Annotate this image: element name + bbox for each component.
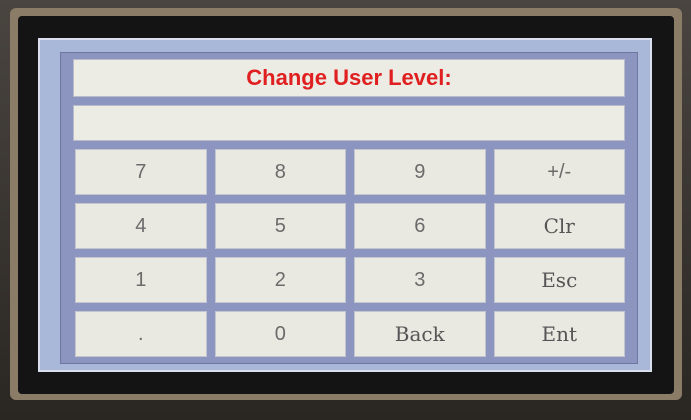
key-7[interactable]: 7 <box>75 149 207 195</box>
key-0[interactable]: 0 <box>214 311 346 357</box>
key-decimal-point[interactable]: . <box>75 311 207 357</box>
back-button[interactable]: Back <box>354 311 486 357</box>
escape-button[interactable]: Esc <box>493 257 625 303</box>
key-6[interactable]: 6 <box>354 203 486 249</box>
key-9[interactable]: 9 <box>354 149 486 195</box>
key-plus-minus[interactable]: +/- <box>493 149 625 195</box>
key-3[interactable]: 3 <box>354 257 486 303</box>
value-entry-field[interactable] <box>73 105 625 141</box>
keypad-dialog: Change User Level: 7 8 9 +/- 4 5 6 Clr 1… <box>60 52 638 364</box>
hmi-screen: Change User Level: 7 8 9 +/- 4 5 6 Clr 1… <box>38 38 652 372</box>
numeric-keypad: 7 8 9 +/- 4 5 6 Clr 1 2 3 Esc . 0 Back E… <box>75 149 625 357</box>
key-4[interactable]: 4 <box>75 203 207 249</box>
clear-button[interactable]: Clr <box>493 203 625 249</box>
key-8[interactable]: 8 <box>214 149 346 195</box>
key-2[interactable]: 2 <box>214 257 346 303</box>
key-5[interactable]: 5 <box>214 203 346 249</box>
dialog-title: Change User Level: <box>246 65 452 90</box>
key-1[interactable]: 1 <box>75 257 207 303</box>
dialog-title-bar: Change User Level: <box>73 59 625 97</box>
enter-button[interactable]: Ent <box>493 311 625 357</box>
